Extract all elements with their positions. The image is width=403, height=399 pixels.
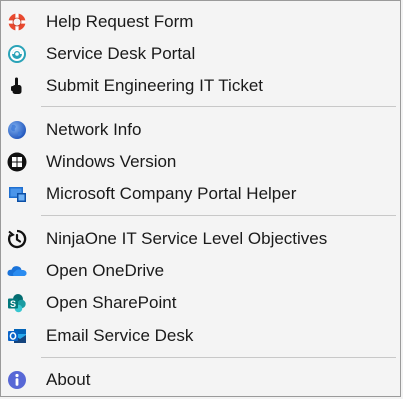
- menu-item-label: Open SharePoint: [46, 293, 177, 312]
- menu-separator: [41, 357, 396, 358]
- menu-item-label: Submit Engineering IT Ticket: [46, 76, 264, 95]
- onedrive-icon: [6, 260, 28, 282]
- menu-item-ninjaone-slo[interactable]: NinjaOne IT Service Level Objectives: [3, 224, 398, 254]
- menu-item-label: About: [46, 370, 91, 389]
- menu-item-about[interactable]: About: [3, 365, 398, 395]
- menu-separator: [41, 106, 396, 107]
- menu-item-network-info[interactable]: Network Info: [3, 115, 398, 145]
- menu-item-label: Windows Version: [46, 152, 177, 171]
- windows-icon: [6, 151, 28, 173]
- sharepoint-icon: S: [6, 292, 28, 314]
- menu-item-label: Network Info: [46, 120, 142, 139]
- menu-item-windows-version[interactable]: Windows Version: [3, 147, 398, 177]
- menu-item-label: Service Desk Portal: [46, 44, 196, 63]
- service-desk-icon: [6, 43, 28, 65]
- menu-item-service-desk-portal[interactable]: Service Desk Portal: [3, 39, 398, 69]
- menu-item-label: Help Request Form: [46, 12, 194, 31]
- hand-icon: [6, 75, 28, 97]
- menu-item-label: NinjaOne IT Service Level Objectives: [46, 229, 328, 248]
- menu-item-label: Microsoft Company Portal Helper: [46, 184, 297, 203]
- menu-item-open-sharepoint[interactable]: S Open SharePoint: [3, 288, 398, 318]
- menu-item-help-request-form[interactable]: Help Request Form: [3, 7, 398, 37]
- menu-item-company-portal-helper[interactable]: Microsoft Company Portal Helper: [3, 179, 398, 209]
- menu-item-open-onedrive[interactable]: Open OneDrive: [3, 256, 398, 286]
- svg-text:S: S: [10, 299, 16, 309]
- context-menu: Help Request Form Service Desk Portal Su…: [0, 0, 401, 397]
- menu-item-label: Email Service Desk: [46, 326, 194, 345]
- menu-item-submit-engineering-ticket[interactable]: Submit Engineering IT Ticket: [3, 71, 398, 101]
- ninjaone-icon: [6, 228, 28, 250]
- menu-separator: [41, 215, 396, 216]
- lifebuoy-icon: [6, 11, 28, 33]
- globe-icon: [6, 119, 28, 141]
- menu-item-label: Open OneDrive: [46, 261, 165, 280]
- outlook-icon: [6, 325, 28, 347]
- info-icon: [6, 369, 28, 391]
- menu-item-email-service-desk[interactable]: Email Service Desk: [3, 321, 398, 351]
- company-portal-icon: [6, 183, 28, 205]
